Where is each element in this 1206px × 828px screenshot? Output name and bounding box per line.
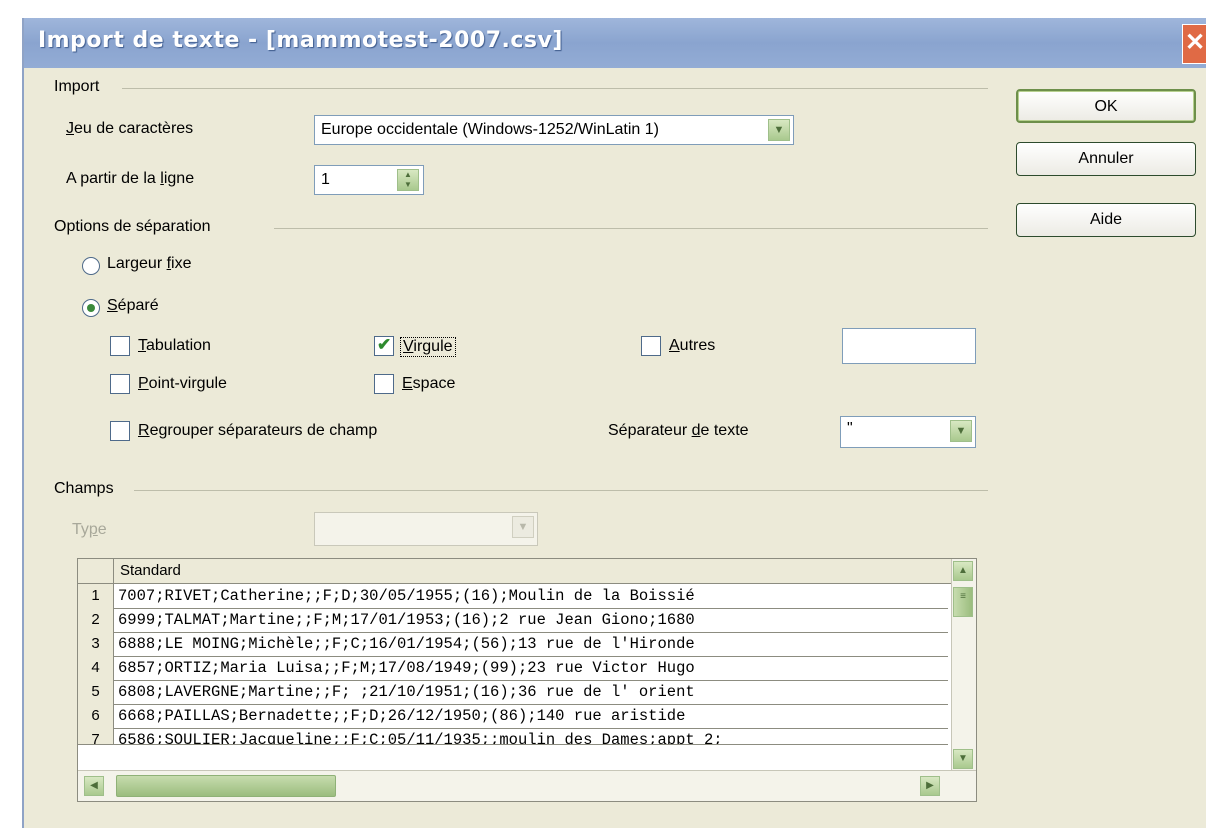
comma-label: Virgule	[400, 337, 456, 357]
from-line-label: A partir de la ligne	[66, 170, 195, 187]
window-title: Import de texte - [mammotest-2007.csv]	[38, 28, 563, 53]
others-checkbox[interactable]	[641, 336, 661, 356]
others-label: Autres	[669, 337, 716, 354]
tab-checkbox[interactable]	[110, 336, 130, 356]
table-row[interactable]: 6 6668;PAILLAS;Bernadette;;F;D;26/12/1950…	[78, 704, 948, 729]
column-type-label: Type	[72, 521, 107, 538]
checkmark-icon: ✔	[377, 335, 392, 354]
scroll-left-icon[interactable]: ◀	[84, 776, 104, 796]
separation-section-divider	[274, 228, 988, 229]
grid-corner	[78, 559, 114, 583]
cancel-button[interactable]: Annuler	[1016, 142, 1196, 176]
preview-grid[interactable]: Standard 1 7007;RIVET;Catherine;;F;D;30/0…	[77, 558, 977, 802]
table-row[interactable]: 7 6586;SOULIER;Jacqueline;;F;C;05/11/1935…	[78, 728, 948, 745]
space-label: Espace	[402, 375, 456, 392]
semicolon-checkbox[interactable]	[110, 374, 130, 394]
text-delimiter-dropdown[interactable]: " ▼	[840, 416, 976, 448]
fixed-width-radio[interactable]	[82, 257, 100, 275]
table-row[interactable]: 1 7007;RIVET;Catherine;;F;D;30/05/1955;(1…	[78, 584, 948, 609]
radio-selected-dot	[87, 304, 95, 312]
column-header-standard[interactable]: Standard	[120, 562, 181, 579]
scroll-right-icon[interactable]: ▶	[920, 776, 940, 796]
close-button[interactable]: ✕	[1182, 24, 1206, 64]
others-input[interactable]	[842, 328, 976, 364]
comma-checkbox[interactable]: ✔	[374, 335, 394, 356]
merge-delimiters-checkbox[interactable]	[110, 421, 130, 441]
grid-header-row: Standard	[78, 559, 976, 584]
vertical-scroll-thumb[interactable]: ≡	[953, 587, 973, 617]
horizontal-scrollbar[interactable]: ◀ ▶	[78, 770, 976, 801]
import-section-divider	[122, 88, 988, 89]
table-row[interactable]: 3 6888;LE MOING;Michèle;;F;C;16/01/1954;(…	[78, 632, 948, 657]
chevron-down-icon[interactable]: ▼	[512, 516, 534, 538]
charset-dropdown[interactable]: Europe occidentale (Windows-1252/WinLati…	[314, 115, 794, 145]
separated-radio[interactable]	[82, 299, 100, 317]
tab-label: Tabulation	[138, 337, 211, 354]
from-line-value: 1	[321, 171, 330, 188]
chevron-down-icon[interactable]: ▼	[950, 420, 972, 442]
charset-value: Europe occidentale (Windows-1252/WinLati…	[321, 121, 659, 138]
title-bar[interactable]: Import de texte - [mammotest-2007.csv] ✕	[24, 18, 1206, 68]
separated-label: Séparé	[107, 297, 159, 314]
vertical-scrollbar[interactable]: ▲ ≡ ▼	[951, 559, 976, 773]
fields-section-label: Champs	[54, 480, 114, 497]
import-text-dialog: Import de texte - [mammotest-2007.csv] ✕…	[22, 18, 1206, 828]
help-button[interactable]: Aide	[1016, 203, 1196, 237]
scroll-down-icon[interactable]: ▼	[953, 749, 973, 769]
spin-arrows-icon[interactable]: ▲ ▼	[397, 169, 419, 191]
from-line-spinbox[interactable]: 1 ▲ ▼	[314, 165, 424, 195]
separation-section-label: Options de séparation	[54, 218, 211, 235]
text-delimiter-value: "	[847, 420, 853, 437]
table-row[interactable]: 2 6999;TALMAT;Martine;;F;M;17/01/1953;(16…	[78, 608, 948, 633]
merge-delimiters-label: Regrouper séparateurs de champ	[138, 422, 378, 439]
space-checkbox[interactable]	[374, 374, 394, 394]
horizontal-scroll-thumb[interactable]	[116, 775, 336, 797]
chevron-down-icon[interactable]: ▼	[768, 119, 790, 141]
fields-section-divider	[134, 490, 988, 491]
semicolon-label: Point-virgule	[138, 375, 227, 392]
column-type-dropdown[interactable]: ▼	[314, 512, 538, 546]
scroll-up-icon[interactable]: ▲	[953, 561, 973, 581]
import-section-label: Import	[54, 78, 100, 95]
fixed-width-label: Largeur fixe	[107, 255, 192, 272]
table-row[interactable]: 4 6857;ORTIZ;Maria Luisa;;F;M;17/08/1949;…	[78, 656, 948, 681]
table-row[interactable]: 5 6808;LAVERGNE;Martine;;F; ;21/10/1951;(…	[78, 680, 948, 705]
text-delimiter-label: Séparateur de texte	[608, 422, 749, 439]
charset-label: Jeu de caractères	[66, 120, 194, 137]
ok-button[interactable]: OK	[1016, 89, 1196, 123]
